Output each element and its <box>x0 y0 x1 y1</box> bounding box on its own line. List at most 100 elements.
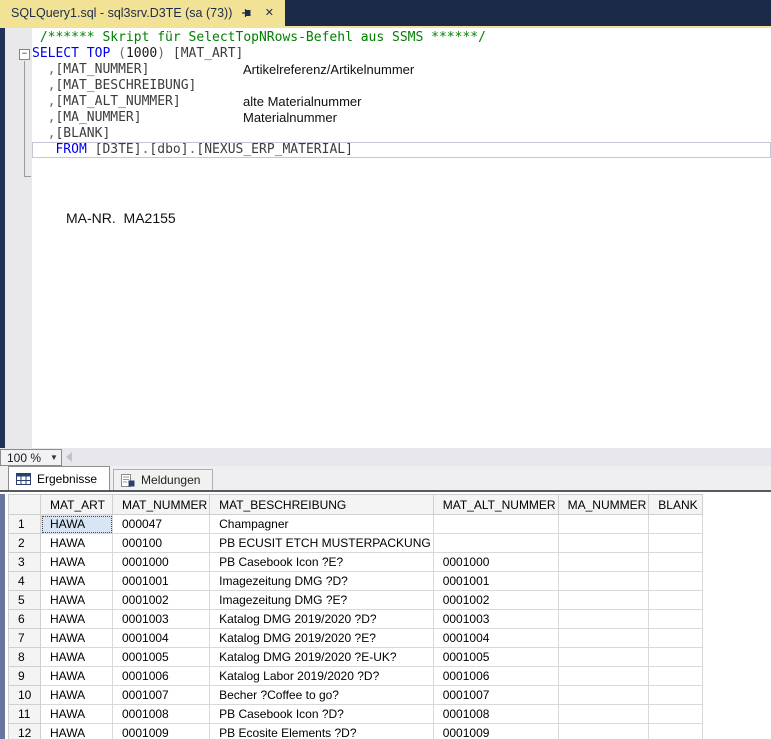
column-header[interactable]: MAT_ALT_NUMMER <box>433 495 558 515</box>
grid-cell[interactable] <box>558 534 649 553</box>
pin-button[interactable] <box>240 6 254 20</box>
grid-cell[interactable] <box>649 553 703 572</box>
grid-cell[interactable] <box>558 553 649 572</box>
row-header[interactable]: 3 <box>9 553 41 572</box>
grid-cell[interactable]: HAWA <box>41 610 113 629</box>
grid-cell[interactable]: 0001006 <box>113 667 210 686</box>
grid-cell[interactable]: 0001004 <box>113 629 210 648</box>
grid-cell[interactable]: 000047 <box>113 515 210 534</box>
grid-cell[interactable]: 0001007 <box>113 686 210 705</box>
grid-cell[interactable] <box>433 515 558 534</box>
row-header[interactable]: 1 <box>9 515 41 534</box>
row-header[interactable]: 9 <box>9 667 41 686</box>
grid-cell[interactable] <box>558 705 649 724</box>
grid-cell[interactable]: PB Casebook Icon ?E? <box>210 553 434 572</box>
sql-editor-surface[interactable]: − /****** Skript für SelectTopNRows-Befe… <box>0 28 771 448</box>
grid-cell[interactable]: 0001002 <box>433 591 558 610</box>
row-header[interactable]: 4 <box>9 572 41 591</box>
grid-cell[interactable] <box>558 667 649 686</box>
tab-ergebnisse[interactable]: Ergebnisse <box>8 466 110 490</box>
grid-cell[interactable]: 0001003 <box>113 610 210 629</box>
grid-cell[interactable]: HAWA <box>41 553 113 572</box>
column-header[interactable]: BLANK <box>649 495 703 515</box>
grid-cell[interactable]: HAWA <box>41 686 113 705</box>
zoom-dropdown[interactable]: 100 % ▼ <box>0 449 62 466</box>
grid-cell[interactable]: 000100 <box>113 534 210 553</box>
grid-cell[interactable]: Imagezeitung DMG ?D? <box>210 572 434 591</box>
grid-cell[interactable] <box>649 667 703 686</box>
grid-cell[interactable]: 0001007 <box>433 686 558 705</box>
grid-cell[interactable] <box>649 705 703 724</box>
row-header[interactable]: 6 <box>9 610 41 629</box>
grid-cell[interactable] <box>649 724 703 739</box>
scroll-left-button[interactable] <box>66 452 78 463</box>
grid-cell[interactable]: HAWA <box>41 534 113 553</box>
grid-cell[interactable]: 0001004 <box>433 629 558 648</box>
close-button[interactable]: ✕ <box>262 6 276 20</box>
fold-collapse-icon[interactable]: − <box>19 49 30 60</box>
grid-cell[interactable]: PB Ecosite Elements ?D? <box>210 724 434 739</box>
grid-cell[interactable]: 0001000 <box>433 553 558 572</box>
grid-cell[interactable] <box>649 629 703 648</box>
row-header[interactable]: 5 <box>9 591 41 610</box>
column-header[interactable]: MAT_BESCHREIBUNG <box>210 495 434 515</box>
grid-cell[interactable] <box>649 572 703 591</box>
grid-cell[interactable]: Katalog DMG 2019/2020 ?D? <box>210 610 434 629</box>
grid-cell[interactable]: 0001002 <box>113 591 210 610</box>
grid-cell[interactable]: Katalog Labor 2019/2020 ?D? <box>210 667 434 686</box>
grid-cell[interactable]: 0001000 <box>113 553 210 572</box>
grid-cell[interactable]: HAWA <box>41 591 113 610</box>
column-header[interactable]: MAT_NUMMER <box>113 495 210 515</box>
row-header[interactable]: 2 <box>9 534 41 553</box>
grid-cell[interactable]: HAWA <box>41 648 113 667</box>
grid-cell[interactable]: PB ECUSIT ETCH MUSTERPACKUNG <box>210 534 434 553</box>
row-header[interactable]: 12 <box>9 724 41 739</box>
grid-cell[interactable] <box>649 515 703 534</box>
grid-cell[interactable] <box>649 591 703 610</box>
grid-cell[interactable]: HAWA <box>41 667 113 686</box>
grid-cell[interactable] <box>558 629 649 648</box>
grid-cell[interactable]: HAWA <box>41 629 113 648</box>
grid-cell[interactable]: Imagezeitung DMG ?E? <box>210 591 434 610</box>
grid-cell[interactable]: 0001008 <box>433 705 558 724</box>
grid-cell[interactable] <box>558 515 649 534</box>
grid-cell[interactable] <box>649 686 703 705</box>
row-header[interactable]: 11 <box>9 705 41 724</box>
row-header[interactable]: 8 <box>9 648 41 667</box>
grid-cell[interactable]: 0001006 <box>433 667 558 686</box>
grid-cell[interactable]: 0001005 <box>113 648 210 667</box>
grid-cell[interactable]: 0001008 <box>113 705 210 724</box>
grid-cell[interactable]: HAWA <box>41 724 113 739</box>
tab-meldungen[interactable]: Meldungen <box>113 469 213 490</box>
grid-cell[interactable]: HAWA <box>41 572 113 591</box>
column-header[interactable]: MAT_ART <box>41 495 113 515</box>
grid-cell[interactable]: HAWA <box>41 515 113 534</box>
grid-cell[interactable] <box>649 534 703 553</box>
row-header[interactable]: 10 <box>9 686 41 705</box>
grid-cell[interactable] <box>649 610 703 629</box>
grid-cell[interactable]: HAWA <box>41 705 113 724</box>
grid-cell[interactable] <box>558 610 649 629</box>
column-header[interactable]: MA_NUMMER <box>558 495 649 515</box>
grid-cell[interactable] <box>649 648 703 667</box>
grid-cell[interactable] <box>558 724 649 739</box>
grid-cell[interactable]: Champagner <box>210 515 434 534</box>
grid-cell[interactable]: 0001009 <box>113 724 210 739</box>
grid-cell[interactable]: Katalog DMG 2019/2020 ?E? <box>210 629 434 648</box>
grid-cell[interactable] <box>558 686 649 705</box>
grid-cell[interactable]: 0001005 <box>433 648 558 667</box>
grid-cell[interactable]: 0001001 <box>113 572 210 591</box>
grid-cell[interactable]: PB Casebook Icon ?D? <box>210 705 434 724</box>
grid-cell[interactable]: 0001003 <box>433 610 558 629</box>
grid-cell[interactable] <box>433 534 558 553</box>
grid-cell[interactable] <box>558 591 649 610</box>
row-header[interactable]: 7 <box>9 629 41 648</box>
grid-cell[interactable]: 0001009 <box>433 724 558 739</box>
editor-scrollbar-track[interactable]: 100 % ▼ <box>0 448 771 466</box>
grid-cell[interactable] <box>558 648 649 667</box>
grid-cell[interactable]: 0001001 <box>433 572 558 591</box>
document-tab[interactable]: SQLQuery1.sql - sql3srv.D3TE (sa (73)) ✕ <box>0 0 285 26</box>
grid-cell[interactable]: Katalog DMG 2019/2020 ?E-UK? <box>210 648 434 667</box>
grid-cell[interactable]: Becher ?Coffee to go? <box>210 686 434 705</box>
grid-cell[interactable] <box>558 572 649 591</box>
